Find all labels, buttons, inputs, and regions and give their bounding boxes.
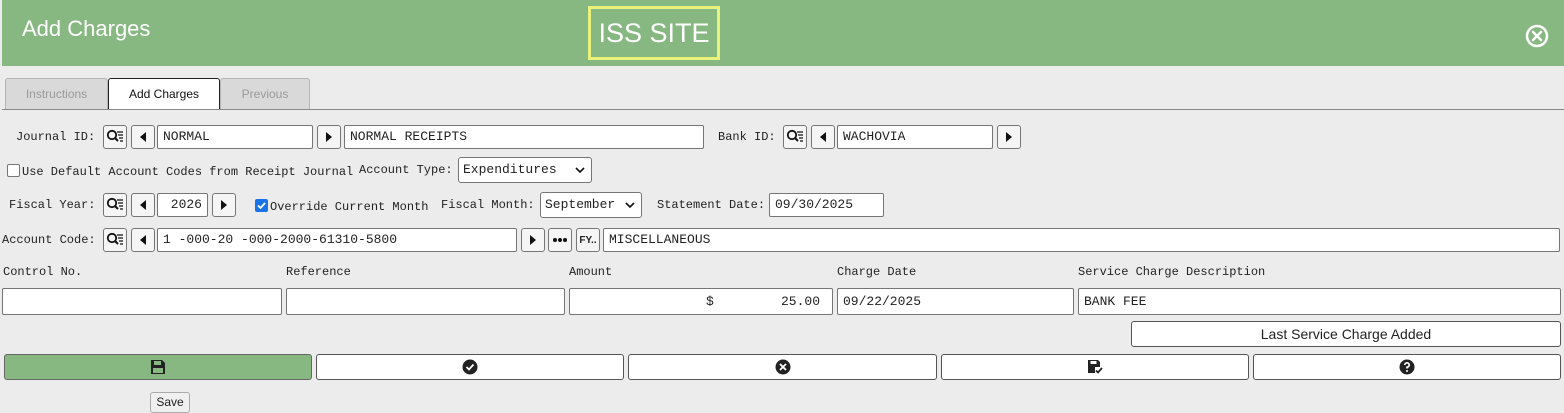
account-type-value: Expenditures <box>463 162 557 177</box>
account-type-label: Account Type: <box>359 163 453 177</box>
amount-field[interactable]: $ 25.00 <box>569 288 833 315</box>
fiscal-year-next-button[interactable] <box>212 193 236 217</box>
caret-right-icon <box>530 235 536 245</box>
service-charge-description-field[interactable]: BANK FEE <box>1078 288 1561 315</box>
search-list-icon <box>106 129 123 142</box>
account-code-field[interactable]: 1 -000-20 -000-2000-61310-5800 <box>157 228 517 252</box>
account-type-select[interactable]: Expenditures <box>458 157 592 183</box>
use-default-checkbox[interactable] <box>7 164 20 177</box>
service-charge-description-header: Service Charge Description <box>1078 265 1266 279</box>
reference-header: Reference <box>286 265 351 279</box>
bank-lookup-button[interactable] <box>783 125 807 149</box>
account-code-more-button[interactable] <box>548 228 572 252</box>
dialog-title: Add Charges <box>22 16 151 41</box>
ellipsis-icon <box>553 238 567 242</box>
account-code-lookup-button[interactable] <box>103 228 127 252</box>
cancel-button[interactable] <box>628 354 937 380</box>
chevron-down-icon <box>575 167 585 174</box>
save-button[interactable] <box>4 354 312 380</box>
fiscal-month-select[interactable]: September <box>540 192 642 218</box>
account-description-field: MISCELLANEOUS <box>603 228 1560 252</box>
check-circle-icon <box>462 359 478 375</box>
fiscal-year-field[interactable]: 2026 <box>157 193 208 217</box>
caret-right-icon <box>221 200 227 210</box>
control-no-header: Control No. <box>3 265 83 279</box>
bank-id-label: Bank ID: <box>718 130 776 144</box>
last-service-charge-button[interactable]: Last Service Charge Added <box>1131 321 1561 347</box>
amount-value: 25.00 <box>780 294 820 309</box>
journal-lookup-button[interactable] <box>103 125 127 149</box>
help-button[interactable] <box>1253 354 1561 380</box>
tab-add-charges[interactable]: Add Charges <box>108 78 220 110</box>
control-no-field[interactable] <box>2 288 282 315</box>
fiscal-year-prev-button[interactable] <box>131 193 155 217</box>
account-code-label: Account Code: <box>2 233 96 247</box>
fiscal-year-label: Fiscal Year: <box>9 198 96 212</box>
journal-description-field: NORMAL RECEIPTS <box>344 125 704 149</box>
journal-next-button[interactable] <box>317 125 341 149</box>
question-circle-icon <box>1399 359 1415 375</box>
account-code-prev-button[interactable] <box>131 228 155 252</box>
fiscal-month-label: Fiscal Month: <box>441 198 535 212</box>
x-circle-icon <box>775 359 790 375</box>
bank-next-button[interactable] <box>997 125 1021 149</box>
search-list-icon <box>786 129 803 142</box>
chevron-down-icon <box>625 202 635 209</box>
amount-header: Amount <box>569 265 613 279</box>
caret-left-icon <box>140 132 146 142</box>
close-icon[interactable] <box>1525 24 1549 48</box>
reference-field[interactable] <box>286 288 565 315</box>
charge-date-field[interactable]: 09/22/2025 <box>837 288 1074 315</box>
caret-left-icon <box>820 132 826 142</box>
floppy-icon <box>151 360 165 374</box>
fiscal-month-value: September <box>545 197 616 212</box>
fiscal-year-lookup-button[interactable] <box>103 193 127 217</box>
caret-right-icon <box>326 132 332 142</box>
override-month-checkbox[interactable] <box>255 199 268 212</box>
charge-date-header: Charge Date <box>837 265 917 279</box>
override-month-label: Override Current Month <box>270 200 429 214</box>
currency-symbol: $ <box>706 294 714 309</box>
account-code-next-button[interactable] <box>521 228 545 252</box>
save-tooltip: Save <box>150 392 190 413</box>
bank-prev-button[interactable] <box>811 125 835 149</box>
bank-id-field[interactable]: WACHOVIA <box>837 125 993 149</box>
tab-divider <box>2 109 1564 110</box>
caret-left-icon <box>140 200 146 210</box>
statement-date-label: Statement Date: <box>657 198 766 212</box>
floppy-check-icon <box>1088 360 1103 374</box>
caret-right-icon <box>1006 132 1012 142</box>
journal-id-label: Journal ID: <box>16 130 96 144</box>
search-list-icon <box>106 232 123 245</box>
dialog-header: Add Charges ISS SITE <box>2 0 1564 66</box>
fy-button[interactable]: FY.. <box>576 228 600 252</box>
statement-date-field[interactable]: 09/30/2025 <box>769 193 884 217</box>
checkmark-icon <box>257 202 266 210</box>
save-new-button[interactable] <box>941 354 1249 380</box>
search-list-icon <box>106 197 123 210</box>
journal-id-field[interactable]: NORMAL <box>157 125 313 149</box>
accept-button[interactable] <box>316 354 624 380</box>
caret-left-icon <box>140 235 146 245</box>
tab-instructions[interactable]: Instructions <box>5 78 108 109</box>
site-badge: ISS SITE <box>588 6 720 60</box>
journal-prev-button[interactable] <box>131 125 155 149</box>
use-default-label: Use Default Account Codes from Receipt J… <box>22 165 354 179</box>
tab-previous[interactable]: Previous <box>220 78 310 109</box>
